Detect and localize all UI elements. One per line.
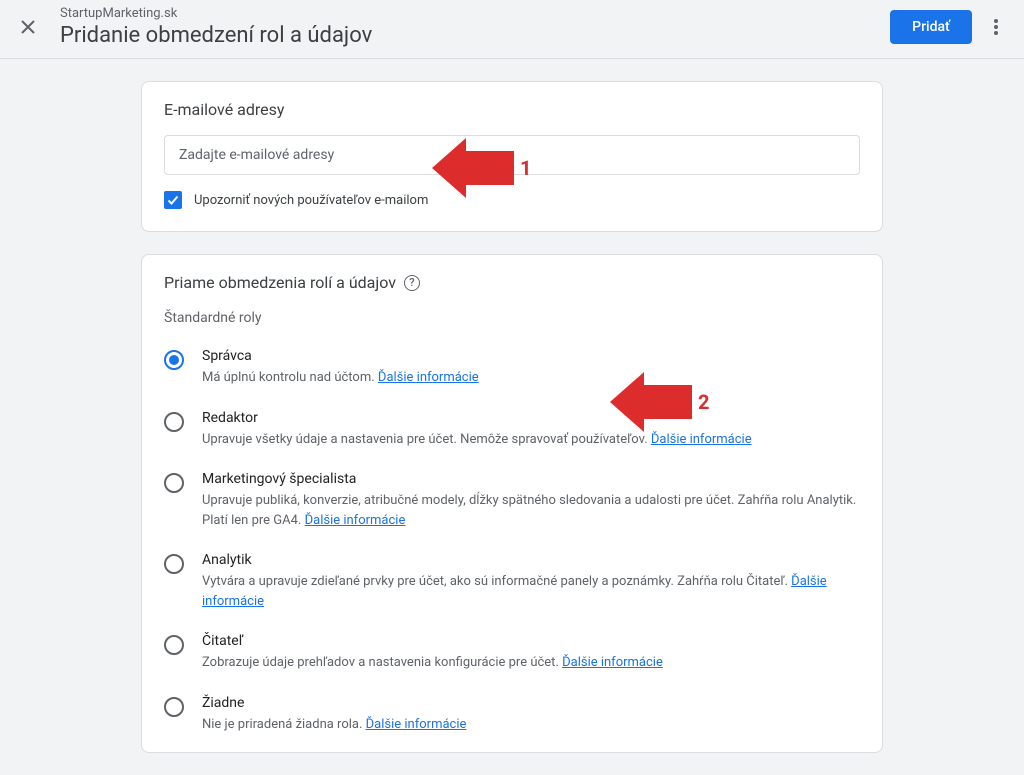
account-name: StartupMarketing.sk — [60, 6, 372, 21]
role-radio[interactable] — [164, 697, 184, 717]
role-row: Analytik Vytvára a upravuje zdieľané prvk… — [164, 544, 860, 625]
annotation-number-1: 1 — [520, 156, 531, 180]
add-button[interactable]: Pridať — [890, 10, 972, 44]
page-title: Pridanie obmedzení rol a údajov — [60, 23, 372, 48]
notify-checkbox[interactable] — [164, 191, 182, 209]
role-radio[interactable] — [164, 350, 184, 370]
role-name: Žiadne — [202, 695, 860, 711]
role-desc: Upravuje všetky údaje a nastavenia pre ú… — [202, 430, 860, 450]
header: StartupMarketing.sk Pridanie obmedzení r… — [0, 0, 1024, 59]
annotation-arrow-2: 2 — [610, 372, 692, 432]
role-row: Žiadne Nie je priradená žiadna rola. Ďalš… — [164, 687, 860, 749]
role-desc: Vytvára a upravuje zdieľané prvky pre úč… — [202, 572, 860, 611]
role-radio[interactable] — [164, 412, 184, 432]
role-name: Čitateľ — [202, 633, 860, 649]
annotation-number-2: 2 — [698, 390, 709, 414]
roles-card: Priame obmedzenia rolí a údajov ? Štanda… — [141, 254, 883, 753]
role-row: Redaktor Upravuje všetky údaje a nastaven… — [164, 402, 860, 464]
content: E-mailové adresy Upozorniť nových použív… — [0, 81, 1024, 753]
role-radio[interactable] — [164, 635, 184, 655]
check-icon — [166, 193, 180, 207]
learn-more-link[interactable]: Ďalšie informácie — [562, 655, 663, 670]
roles-subsection-label: Štandardné roly — [164, 310, 860, 326]
role-desc: Zobrazuje údaje prehľadov a nastavenia k… — [202, 653, 860, 673]
role-name: Redaktor — [202, 410, 860, 426]
help-icon[interactable]: ? — [404, 275, 420, 291]
email-card-title: E-mailové adresy — [164, 100, 860, 119]
role-radio[interactable] — [164, 473, 184, 493]
arrow-body-icon — [466, 151, 514, 185]
roles-section-title: Priame obmedzenia rolí a údajov — [164, 273, 396, 292]
role-row: Správca Má úplnú kontrolu nad účtom. Ďalš… — [164, 340, 860, 402]
role-row: Marketingový špecialista Upravuje publiká… — [164, 463, 860, 544]
role-radio[interactable] — [164, 554, 184, 574]
role-body: Žiadne Nie je priradená žiadna rola. Ďalš… — [202, 695, 860, 735]
close-icon — [20, 19, 36, 35]
arrow-head-icon — [610, 372, 644, 432]
header-titles: StartupMarketing.sk Pridanie obmedzení r… — [60, 6, 372, 48]
role-desc: Nie je priradená žiadna rola. Ďalšie inf… — [202, 715, 860, 735]
more-vert-icon — [994, 19, 998, 35]
role-body: Marketingový špecialista Upravuje publiká… — [202, 471, 860, 530]
header-left: StartupMarketing.sk Pridanie obmedzení r… — [16, 6, 372, 48]
role-desc: Upravuje publiká, konverzie, atribučné m… — [202, 491, 860, 530]
roles-list: Správca Má úplnú kontrolu nad účtom. Ďalš… — [164, 340, 860, 748]
roles-title-row: Priame obmedzenia rolí a údajov ? — [164, 273, 860, 292]
more-button[interactable] — [984, 15, 1008, 39]
role-name: Analytik — [202, 552, 860, 568]
learn-more-link[interactable]: Ďalšie informácie — [366, 717, 467, 732]
role-body: Redaktor Upravuje všetky údaje a nastaven… — [202, 410, 860, 450]
arrow-head-icon — [432, 138, 466, 198]
role-body: Čitateľ Zobrazuje údaje prehľadov a nasta… — [202, 633, 860, 673]
close-button[interactable] — [16, 15, 40, 39]
learn-more-link[interactable]: Ďalšie informácie — [305, 513, 406, 528]
learn-more-link[interactable]: Ďalšie informácie — [202, 574, 827, 609]
role-body: Správca Má úplnú kontrolu nad účtom. Ďalš… — [202, 348, 860, 388]
annotation-arrow-1: 1 — [432, 138, 514, 198]
learn-more-link[interactable]: Ďalšie informácie — [378, 370, 479, 385]
header-right: Pridať — [890, 10, 1008, 44]
notify-label: Upozorniť nových používateľov e-mailom — [194, 193, 428, 208]
arrow-body-icon — [644, 385, 692, 419]
role-name: Správca — [202, 348, 860, 364]
role-body: Analytik Vytvára a upravuje zdieľané prvk… — [202, 552, 860, 611]
learn-more-link[interactable]: Ďalšie informácie — [651, 432, 752, 447]
role-row: Čitateľ Zobrazuje údaje prehľadov a nasta… — [164, 625, 860, 687]
role-name: Marketingový špecialista — [202, 471, 860, 487]
role-desc: Má úplnú kontrolu nad účtom. Ďalšie info… — [202, 368, 860, 388]
